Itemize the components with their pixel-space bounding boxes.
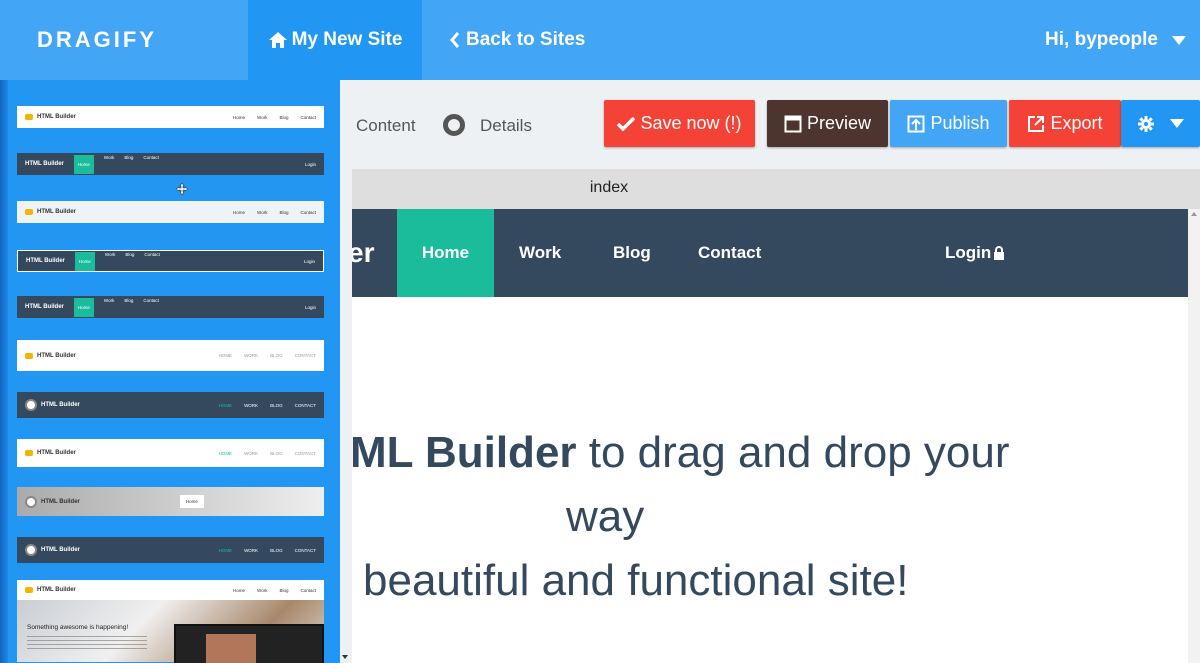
my-site-label: My New Site	[291, 29, 403, 50]
block-sidebar[interactable]: HTML Builder Home Work Blog Contact HTML Bu…	[0, 80, 340, 663]
thumb-logo: HTML Builder	[25, 587, 76, 593]
check-icon	[617, 116, 636, 131]
publish-button[interactable]: Publish	[890, 100, 1007, 147]
back-to-sites-label: Back to Sites	[466, 29, 586, 50]
site-nav-work[interactable]: Work	[519, 209, 561, 297]
thumb-login: Login	[303, 258, 315, 264]
headline-line-1: ML Builder to drag and drop your	[352, 428, 1010, 477]
window-icon	[784, 115, 802, 132]
thumb-logo: HTML Builder	[26, 258, 65, 264]
thumb-menu: HOME WORK BLOG CONTACT	[218, 547, 316, 553]
home-icon	[268, 32, 287, 48]
block-thumb[interactable]: HTML Builder HOME WORK BLOG CONTACT	[17, 392, 324, 418]
thumb-header: HTML Builder Home Work Blog Contact	[17, 580, 324, 600]
thumb-logo: HTML Builder	[25, 304, 64, 310]
thumb-menu: Home Work Blog Contact	[233, 209, 316, 215]
headline-line-2: way	[566, 492, 645, 541]
caret-down-icon	[1172, 35, 1186, 45]
thumb-menu: HOME WORK BLOG CONTACT	[218, 450, 316, 456]
top-bar: DRAGIFY My New Site Back to Sites Hi, by…	[0, 0, 1200, 80]
block-thumb[interactable]: HTML Builder Home Work Blog Contact Somethi…	[17, 580, 324, 663]
thumb-logo: HTML Builder	[25, 209, 76, 215]
thumb-menu: Home Work Blog Contact	[233, 114, 316, 120]
editor-main: Content Details Save now (!) Preview Pub…	[340, 80, 1200, 663]
site-canvas[interactable]: er Home Work Blog Contact Login ML Build…	[352, 209, 1188, 663]
radio-icon[interactable]	[443, 114, 465, 136]
scroll-up-icon[interactable]	[1191, 212, 1197, 216]
thumb-hero-screen	[174, 624, 324, 663]
site-nav-blog[interactable]: Blog	[613, 209, 651, 297]
tab-content[interactable]: Content	[356, 116, 416, 136]
gear-icon	[1138, 115, 1154, 132]
caret-down-icon	[1170, 119, 1184, 128]
back-to-sites-link[interactable]: Back to Sites	[450, 0, 585, 80]
chevron-left-icon	[450, 32, 460, 48]
logo-icon	[25, 450, 33, 456]
thumb-button: Home	[179, 495, 204, 508]
thumb-logo: HTML Builder	[25, 352, 76, 359]
brand-logo[interactable]: DRAGIFY	[37, 27, 157, 53]
logo-icon	[25, 544, 37, 556]
preview-button[interactable]: Preview	[767, 100, 888, 147]
logo-icon	[25, 399, 37, 411]
save-button[interactable]: Save now (!)	[604, 100, 755, 147]
thumb-logo: HTML Builder	[25, 399, 80, 411]
thumb-login: Login	[304, 304, 316, 310]
block-thumb[interactable]: HTML Builder HOME WORK BLOG CONTACT	[17, 439, 324, 467]
thumb-menu: Home Work Blog Contact	[73, 154, 159, 174]
site-nav-home[interactable]: Home	[397, 209, 494, 297]
thumb-logo: HTML Builder	[25, 544, 80, 556]
upload-icon	[907, 115, 925, 132]
logo-icon	[25, 114, 33, 120]
site-logo[interactable]: er	[352, 237, 374, 269]
block-thumb[interactable]: HTML Builder Home Work Blog Contact	[17, 106, 324, 128]
user-greeting: Hi, bypeople	[1045, 29, 1158, 50]
external-link-icon	[1028, 115, 1045, 132]
block-thumb[interactable]: HTML Builder HOME WORK BLOG CONTACT	[17, 537, 324, 563]
block-thumb[interactable]: HTML Builder HOME WORK BLOG CONTACT	[17, 340, 324, 371]
thumb-logo: HTML Builder	[25, 161, 64, 167]
sidebar-edge	[0, 80, 8, 663]
block-thumb[interactable]: HTML Builder Home Work Blog Contact Login	[17, 296, 324, 318]
page-tab-index[interactable]: index	[340, 179, 878, 197]
site-nav-login[interactable]: Login	[945, 209, 1005, 297]
site-nav-contact[interactable]: Contact	[698, 209, 761, 297]
thumb-logo: HTML Builder	[25, 450, 76, 456]
headline-line-3: beautiful and functional site!	[363, 556, 909, 605]
thumb-hero-paragraph	[27, 636, 147, 650]
canvas-scrollbar[interactable]	[1188, 209, 1200, 663]
thumb-logo: HTML Builder	[25, 114, 76, 120]
thumb-hero-text: Something awesome is happening!	[27, 624, 129, 631]
block-thumb[interactable]: HTML Builder Home Work Blog Contact Login	[17, 153, 324, 175]
thumb-hero-image: Something awesome is happening!	[17, 600, 324, 663]
logo-icon	[25, 587, 33, 593]
thumb-login: Login	[304, 161, 316, 167]
user-menu[interactable]: Hi, bypeople	[1045, 0, 1186, 80]
block-thumb[interactable]: HTML Builder Home	[17, 487, 324, 516]
thumb-menu: HOME WORK BLOG CONTACT	[218, 353, 316, 358]
block-thumb[interactable]: HTML Builder Home Work Blog Contact Login	[17, 250, 324, 272]
app-window: DRAGIFY My New Site Back to Sites Hi, by…	[0, 0, 1200, 663]
settings-button[interactable]	[1121, 100, 1200, 147]
logo-icon	[25, 352, 33, 359]
logo-icon	[25, 495, 37, 508]
site-navbar[interactable]: er Home Work Blog Contact Login	[352, 209, 1188, 297]
thumb-logo: HTML Builder	[25, 495, 80, 508]
my-site-tab[interactable]: My New Site	[248, 0, 422, 80]
thumb-menu: Home Work Blog Contact	[233, 587, 316, 593]
thumb-menu: Home Work Blog Contact	[73, 297, 159, 317]
thumb-menu: HOME WORK BLOG CONTACT	[218, 402, 316, 408]
tab-details[interactable]: Details	[480, 116, 532, 136]
sidebar-scroll-down-icon[interactable]	[342, 655, 348, 659]
move-cursor-icon	[176, 183, 188, 195]
logo-icon	[25, 209, 33, 215]
export-button[interactable]: Export	[1009, 100, 1121, 147]
block-thumb[interactable]: HTML Builder Home Work Blog Contact	[17, 201, 324, 223]
thumb-menu: Home Work Blog Contact	[74, 251, 160, 271]
lock-icon	[994, 246, 1005, 260]
